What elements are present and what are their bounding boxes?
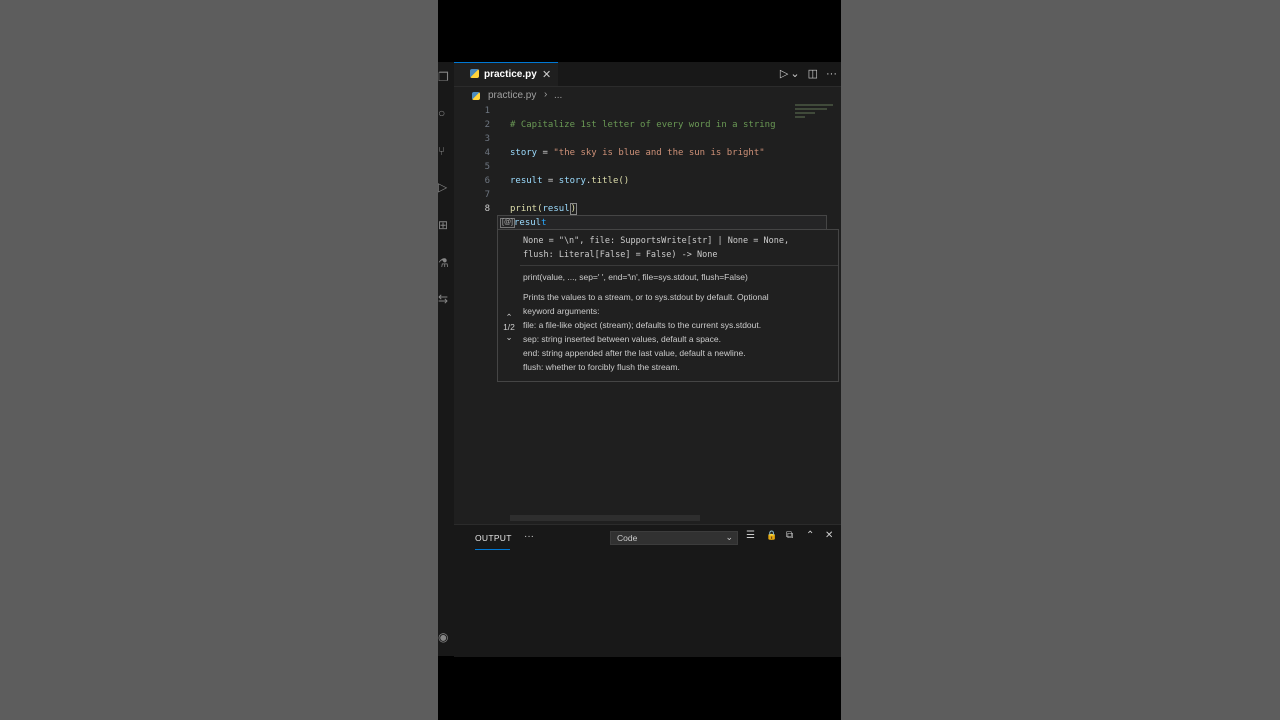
more-actions-icon[interactable]: ··· (826, 68, 837, 80)
lock-icon[interactable]: 🔒 (766, 530, 777, 541)
suggestion-rest: t (541, 218, 547, 228)
doc-line: end: string appended after the last valu… (523, 348, 746, 358)
run-icon[interactable]: ▷ (780, 68, 788, 80)
code-line-active: 8 print(resul) (454, 202, 782, 216)
code-variable: story (558, 176, 586, 186)
horizontal-scrollbar[interactable] (510, 515, 700, 521)
line-number: 5 (484, 162, 490, 172)
right-blur-backdrop (841, 0, 1280, 720)
chevron-down-icon[interactable]: ⌄ (500, 332, 518, 342)
code-line: 6 result = story.title() (454, 174, 782, 188)
line-number: 2 (484, 120, 490, 130)
code-line: 1 (454, 104, 782, 118)
code-comment: # Capitalize 1st letter of every word in… (510, 120, 776, 130)
left-blur-backdrop (0, 0, 438, 720)
code-line: 7 (454, 188, 782, 202)
line-number: 1 (484, 106, 490, 116)
code-line: 2 # Capitalize 1st letter of every word … (454, 118, 782, 132)
close-tab-icon[interactable]: ✕ (542, 68, 551, 81)
doc-line: file: a file-like object (stream); defau… (523, 320, 762, 330)
run-debug-icon[interactable]: ▷ (438, 180, 452, 194)
remote-icon[interactable]: ⇆ (438, 292, 452, 306)
signature-line: None = "\n", file: SupportsWrite[str] | … (523, 236, 790, 246)
python-file-icon (470, 69, 479, 78)
signature-line: flush: Literal[False] = False) -> None (523, 250, 718, 260)
suggestion-item[interactable]: result (514, 216, 547, 230)
maximize-panel-icon[interactable]: ⌃ (806, 530, 814, 541)
code-variable: story (510, 148, 538, 158)
source-control-icon[interactable]: ⑂ (438, 144, 452, 158)
more-icon[interactable]: ··· (524, 531, 534, 542)
doc-line: Prints the values to a stream, or to sys… (523, 292, 769, 302)
code-function: print (510, 204, 538, 214)
doc-line: keyword arguments: (523, 306, 600, 316)
doc-line: sep: string inserted between values, def… (523, 334, 721, 344)
line-number: 3 (484, 134, 490, 144)
code-operator: = (542, 176, 559, 186)
signature-documentation: print(value, ..., sep=' ', end='\n', fil… (523, 270, 833, 374)
active-tab-indicator (475, 549, 510, 550)
line-number: 4 (484, 148, 490, 158)
line-number: 8 (484, 204, 490, 214)
python-file-icon (472, 92, 480, 100)
close-panel-icon[interactable]: ✕ (825, 530, 833, 541)
activity-bar: ❐ ○ ⑂ ▷ ⊞ ⚗ ⇆ ◉ (438, 62, 454, 656)
files-icon[interactable]: ❐ (438, 70, 452, 84)
code-variable: result (510, 176, 543, 186)
editor-tab-bar: practice.py ✕ ▷ ⌄ ◫ ··· (454, 62, 841, 87)
code-paren: ) (569, 203, 578, 215)
code-function: title (591, 176, 619, 186)
doc-line: flush: whether to forcibly flush the str… (523, 362, 680, 372)
code-line: 3 (454, 132, 782, 146)
editor-window: ❐ ○ ⑂ ▷ ⊞ ⚗ ⇆ ◉ practice.py ✕ ▷ ⌄ ◫ ··· pra… (438, 62, 841, 657)
tab-label: practice.py (484, 69, 537, 80)
output-panel: OUTPUT ··· Code ⌄ ☰ 🔒 ⧉ ⌃ ✕ (454, 524, 841, 657)
code-line: 4 story = "the sky is blue and the sun i… (454, 146, 782, 160)
variable-symbol-icon: [@] (500, 218, 515, 228)
search-icon[interactable]: ○ (438, 106, 452, 120)
run-menu-chevron-icon[interactable]: ⌄ (790, 68, 799, 80)
testing-icon[interactable]: ⚗ (438, 256, 452, 270)
signature-count: 1/2 (503, 322, 515, 332)
split-editor-icon[interactable]: ◫ (808, 68, 818, 80)
tab-practice-py[interactable]: practice.py ✕ (454, 62, 558, 86)
line-number: 7 (484, 190, 490, 200)
breadcrumb-file[interactable]: practice.py (488, 90, 536, 101)
breadcrumb: practice.py › ... (454, 87, 841, 105)
tab-output[interactable]: OUTPUT (475, 533, 512, 543)
doc-signature: print(value, ..., sep=' ', end='\n', fil… (523, 272, 748, 282)
code-operator: = (537, 148, 554, 158)
list-filter-icon[interactable]: ☰ (746, 530, 755, 541)
suggestion-match: resul (514, 218, 542, 228)
divider (520, 265, 838, 266)
code-line: 5 (454, 160, 782, 174)
parameter-hints-widget: ⌃ 1/2 ⌄ None = "\n", file: SupportsWrite… (497, 229, 839, 382)
code-paren: () (618, 176, 630, 186)
output-channel-select[interactable]: Code ⌄ (610, 531, 738, 545)
code-string: "the sky is blue and the sun is bright" (553, 148, 765, 158)
breadcrumb-more[interactable]: ... (554, 90, 562, 101)
video-frame: ❐ ○ ⑂ ▷ ⊞ ⚗ ⇆ ◉ practice.py ✕ ▷ ⌄ ◫ ··· pra… (438, 0, 841, 720)
extensions-icon[interactable]: ⊞ (438, 218, 452, 232)
code-variable: resul (542, 204, 570, 214)
chevron-down-icon: ⌄ (725, 532, 733, 542)
output-channel-value: Code (617, 533, 638, 543)
chevron-up-icon[interactable]: ⌃ (500, 312, 518, 322)
tab-actions: ▷ ⌄ ◫ ··· (772, 67, 837, 80)
line-number: 6 (484, 176, 490, 186)
copy-icon[interactable]: ⧉ (786, 530, 793, 541)
signature-text: None = "\n", file: SupportsWrite[str] | … (523, 234, 833, 262)
signature-pager[interactable]: ⌃ 1/2 ⌄ (500, 312, 518, 342)
account-icon[interactable]: ◉ (438, 630, 452, 644)
breadcrumb-separator: › (544, 89, 548, 100)
